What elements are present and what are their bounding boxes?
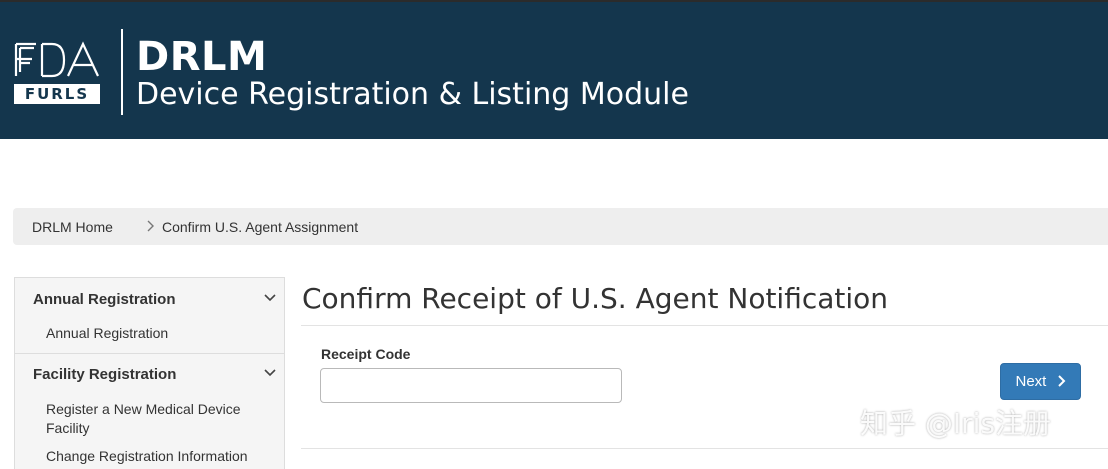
breadcrumb-home-link[interactable]: DRLM Home [32, 219, 113, 235]
breadcrumb: DRLM Home Confirm U.S. Agent Assignment [13, 208, 1108, 245]
fda-furls-logo[interactable]: FURLS [12, 40, 104, 106]
sidebar-item-change-registration[interactable]: Change Registration Information [46, 447, 261, 466]
chevron-right-icon [1052, 373, 1065, 390]
sidebar-section-annual-registration[interactable]: Annual Registration [33, 291, 176, 308]
receipt-code-input[interactable] [320, 368, 622, 403]
next-button[interactable]: Next [1000, 363, 1081, 400]
header-divider [121, 29, 123, 115]
app-header: FURLS DRLM Device Registration & Listing… [0, 2, 1108, 139]
sidebar-divider [15, 353, 284, 354]
breadcrumb-current: Confirm U.S. Agent Assignment [162, 219, 359, 235]
chevron-down-icon[interactable] [264, 367, 276, 381]
sidebar-section-facility-registration[interactable]: Facility Registration [33, 366, 176, 383]
page-title: Confirm Receipt of U.S. Agent Notificati… [302, 282, 889, 315]
watermark: 知乎 @Iris注册 [860, 407, 1052, 440]
sidebar: Annual Registration Annual Registration … [14, 277, 285, 469]
receipt-code-label: Receipt Code [321, 346, 411, 362]
svg-text:FURLS: FURLS [25, 85, 89, 103]
next-button-label: Next [1015, 373, 1047, 390]
chevron-down-icon[interactable] [264, 292, 276, 306]
sidebar-item-annual-registration[interactable]: Annual Registration [46, 324, 261, 343]
breadcrumb-separator-icon [146, 219, 156, 236]
app-long-title: Device Registration & Listing Module [136, 77, 689, 112]
app-short-title: DRLM [136, 34, 268, 80]
title-divider [301, 325, 1108, 326]
form-divider [301, 448, 1108, 449]
sidebar-item-register-new-facility[interactable]: Register a New Medical Device Facility [46, 400, 261, 438]
